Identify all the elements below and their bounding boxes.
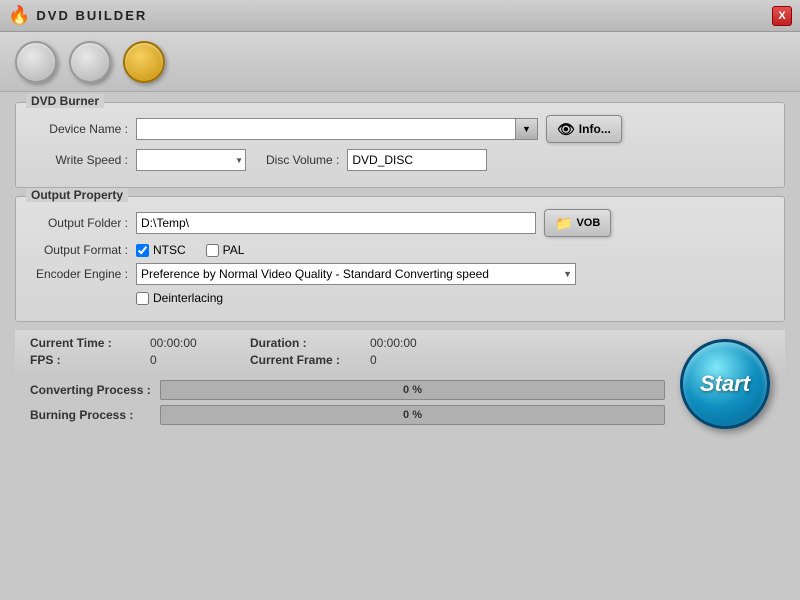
pal-checkbox[interactable]: [206, 244, 219, 257]
toolbar-btn-3[interactable]: [123, 41, 165, 83]
dvd-burner-title: DVD Burner: [26, 94, 104, 108]
ntsc-checkbox-item[interactable]: NTSC: [136, 243, 186, 257]
fps-value: 0: [150, 353, 250, 367]
device-name-control: ▼ 👁 Info...: [136, 115, 622, 143]
burning-progress-row: Burning Process : 0 %: [30, 405, 770, 425]
burning-progress-text: 0 %: [403, 409, 422, 421]
current-time-label: Current Time :: [30, 336, 150, 350]
vob-button[interactable]: 📁 VOB: [544, 209, 611, 237]
current-frame-value: 0: [370, 353, 470, 367]
dvd-burner-group: DVD Burner Device Name : ▼ 👁 Info... Wri…: [15, 102, 785, 188]
title-bar-left: 🔥 DVD BUILDER: [8, 5, 147, 26]
disc-volume-label: Disc Volume :: [266, 153, 339, 167]
start-button[interactable]: Start: [680, 339, 770, 429]
output-format-label: Output Format :: [28, 243, 128, 257]
output-property-title: Output Property: [26, 188, 128, 202]
current-time-value: 00:00:00: [150, 336, 250, 350]
write-speed-label: Write Speed :: [28, 153, 128, 167]
converting-progress-bar: 0 %: [160, 380, 665, 400]
burning-label: Burning Process :: [30, 408, 160, 422]
burning-progress-bar: 0 %: [160, 405, 665, 425]
main-content: DVD Burner Device Name : ▼ 👁 Info... Wri…: [0, 92, 800, 600]
converting-progress-row: Converting Process : 0 %: [30, 380, 770, 400]
output-format-checkboxes: NTSC PAL: [136, 243, 244, 257]
toolbar-btn-1[interactable]: [15, 41, 57, 83]
eye-icon: 👁: [557, 121, 575, 138]
flame-icon: 🔥: [8, 5, 30, 26]
encoder-engine-row: Encoder Engine : Preference by Normal Vi…: [28, 263, 772, 285]
close-button[interactable]: X: [772, 6, 792, 26]
encoder-engine-select[interactable]: Preference by Normal Video Quality - Sta…: [136, 263, 576, 285]
ntsc-label: NTSC: [153, 243, 186, 257]
output-property-group: Output Property Output Folder : D:\Temp\…: [15, 196, 785, 322]
deinterlacing-label: Deinterlacing: [153, 291, 223, 305]
encoder-engine-label: Encoder Engine :: [28, 267, 128, 281]
device-name-input[interactable]: [136, 118, 516, 140]
output-format-row: Output Format : NTSC PAL: [28, 243, 772, 257]
device-name-row: Device Name : ▼ 👁 Info...: [28, 115, 772, 143]
disc-volume-input[interactable]: DVD_DISC: [347, 149, 487, 171]
current-frame-label: Current Frame :: [250, 353, 370, 367]
write-speed-row: Write Speed : Disc Volume : DVD_DISC: [28, 149, 772, 171]
device-name-label: Device Name :: [28, 122, 128, 136]
progress-section: Converting Process : 0 % Burning Process…: [15, 376, 785, 434]
bottom-area: Current Time : 00:00:00 Duration : 00:00…: [15, 330, 785, 444]
toolbar: [0, 32, 800, 92]
time-row: Current Time : 00:00:00 Duration : 00:00…: [30, 336, 770, 350]
fps-label: FPS :: [30, 353, 150, 367]
write-speed-select[interactable]: [136, 149, 246, 171]
title-bar: 🔥 DVD BUILDER X: [0, 0, 800, 32]
converting-progress-text: 0 %: [403, 384, 422, 396]
duration-value: 00:00:00: [370, 336, 470, 350]
folder-icon: 📁: [555, 215, 572, 232]
duration-label: Duration :: [250, 336, 370, 350]
app-title: DVD BUILDER: [36, 8, 147, 23]
pal-checkbox-item[interactable]: PAL: [206, 243, 245, 257]
info-section: Current Time : 00:00:00 Duration : 00:00…: [15, 330, 785, 376]
deinterlacing-row: Deinterlacing: [136, 291, 772, 305]
deinterlacing-checkbox[interactable]: [136, 292, 149, 305]
output-folder-input[interactable]: D:\Temp\: [136, 212, 536, 234]
encoder-engine-wrapper: Preference by Normal Video Quality - Sta…: [136, 263, 576, 285]
converting-label: Converting Process :: [30, 383, 160, 397]
device-name-dropdown-btn[interactable]: ▼: [516, 118, 538, 140]
fps-row: FPS : 0 Current Frame : 0: [30, 353, 770, 367]
write-speed-wrapper: [136, 149, 246, 171]
info-button[interactable]: 👁 Info...: [546, 115, 622, 143]
ntsc-checkbox[interactable]: [136, 244, 149, 257]
pal-label: PAL: [223, 243, 245, 257]
toolbar-btn-2[interactable]: [69, 41, 111, 83]
output-folder-label: Output Folder :: [28, 216, 128, 230]
output-folder-row: Output Folder : D:\Temp\ 📁 VOB: [28, 209, 772, 237]
deinterlacing-checkbox-item[interactable]: Deinterlacing: [136, 291, 223, 305]
